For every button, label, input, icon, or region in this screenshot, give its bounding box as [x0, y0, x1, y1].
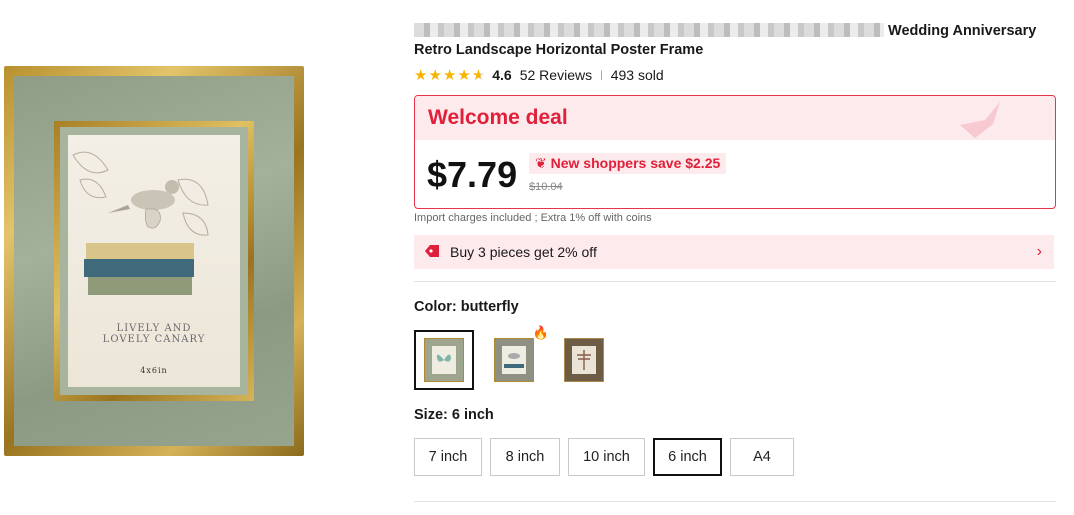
art-line2: LOVELY CANARY [102, 334, 206, 345]
dragonfly-frame-thumb [564, 338, 604, 382]
art-size: 4x6in [140, 366, 168, 375]
current-price: $7.79 [427, 154, 518, 195]
butterfly-frame-thumb [424, 338, 464, 382]
deal-decoration-icon [960, 102, 1000, 138]
new-shopper-badge: ❦ New shoppers save $2.25 [529, 153, 727, 174]
deal-title: Welcome deal [428, 106, 568, 129]
tag-icon [424, 244, 440, 261]
hot-flame-icon: 🔥 [532, 325, 549, 340]
color-option-dragonfly[interactable] [554, 330, 614, 390]
reviews-link[interactable]: 52 Reviews [520, 67, 592, 83]
size-option-10-inch[interactable]: 10 inch [568, 438, 645, 476]
art-line1: LIVELY AND [116, 323, 192, 334]
bird-frame-thumb [494, 338, 534, 382]
rating-row[interactable]: ★★★★★ 4.6 52 Reviews | 493 sold [414, 66, 664, 84]
size-option-6-inch[interactable]: 6 inch [653, 438, 722, 476]
rating-score: 4.6 [492, 67, 512, 83]
flame-tag-icon: ❦ [535, 155, 547, 171]
sold-count: 493 sold [610, 67, 664, 83]
canary-print: LIVELY AND LOVELY CANARY 4x6in [68, 135, 240, 387]
star-rating-icon: ★★★★★ [414, 67, 487, 84]
promo-text: Buy 3 pieces get 2% off [450, 244, 597, 260]
color-label: Color: butterfly [414, 299, 519, 315]
original-price: $10.04 [529, 181, 563, 193]
size-option-7-inch[interactable]: 7 inch [414, 438, 482, 476]
size-label: Size: 6 inch [414, 407, 494, 423]
blurred-title-text [414, 23, 884, 37]
color-options: 🔥 [414, 325, 614, 390]
import-note: Import charges included ; Extra 1% off w… [414, 212, 652, 224]
product-title: Wedding Anniversary Retro Landscape Hori… [414, 23, 1037, 58]
color-option-butterfly[interactable] [414, 330, 474, 390]
size-option-8-inch[interactable]: 8 inch [490, 438, 560, 476]
bulk-promo-banner[interactable]: Buy 3 pieces get 2% off › [414, 235, 1054, 269]
color-option-bird[interactable]: 🔥 [484, 325, 549, 390]
size-option-a4[interactable]: A4 [730, 438, 794, 476]
divider [414, 501, 1056, 502]
chevron-right-icon[interactable]: › [1037, 243, 1042, 261]
product-image[interactable]: LIVELY AND LOVELY CANARY 4x6in [0, 60, 312, 460]
frame-outer: LIVELY AND LOVELY CANARY 4x6in [4, 66, 304, 456]
divider [414, 281, 1056, 282]
welcome-deal-box: Welcome deal $7.79 ❦ New shoppers save $… [414, 95, 1056, 209]
size-options: 7 inch 8 inch 10 inch 6 inch A4 [414, 438, 794, 476]
